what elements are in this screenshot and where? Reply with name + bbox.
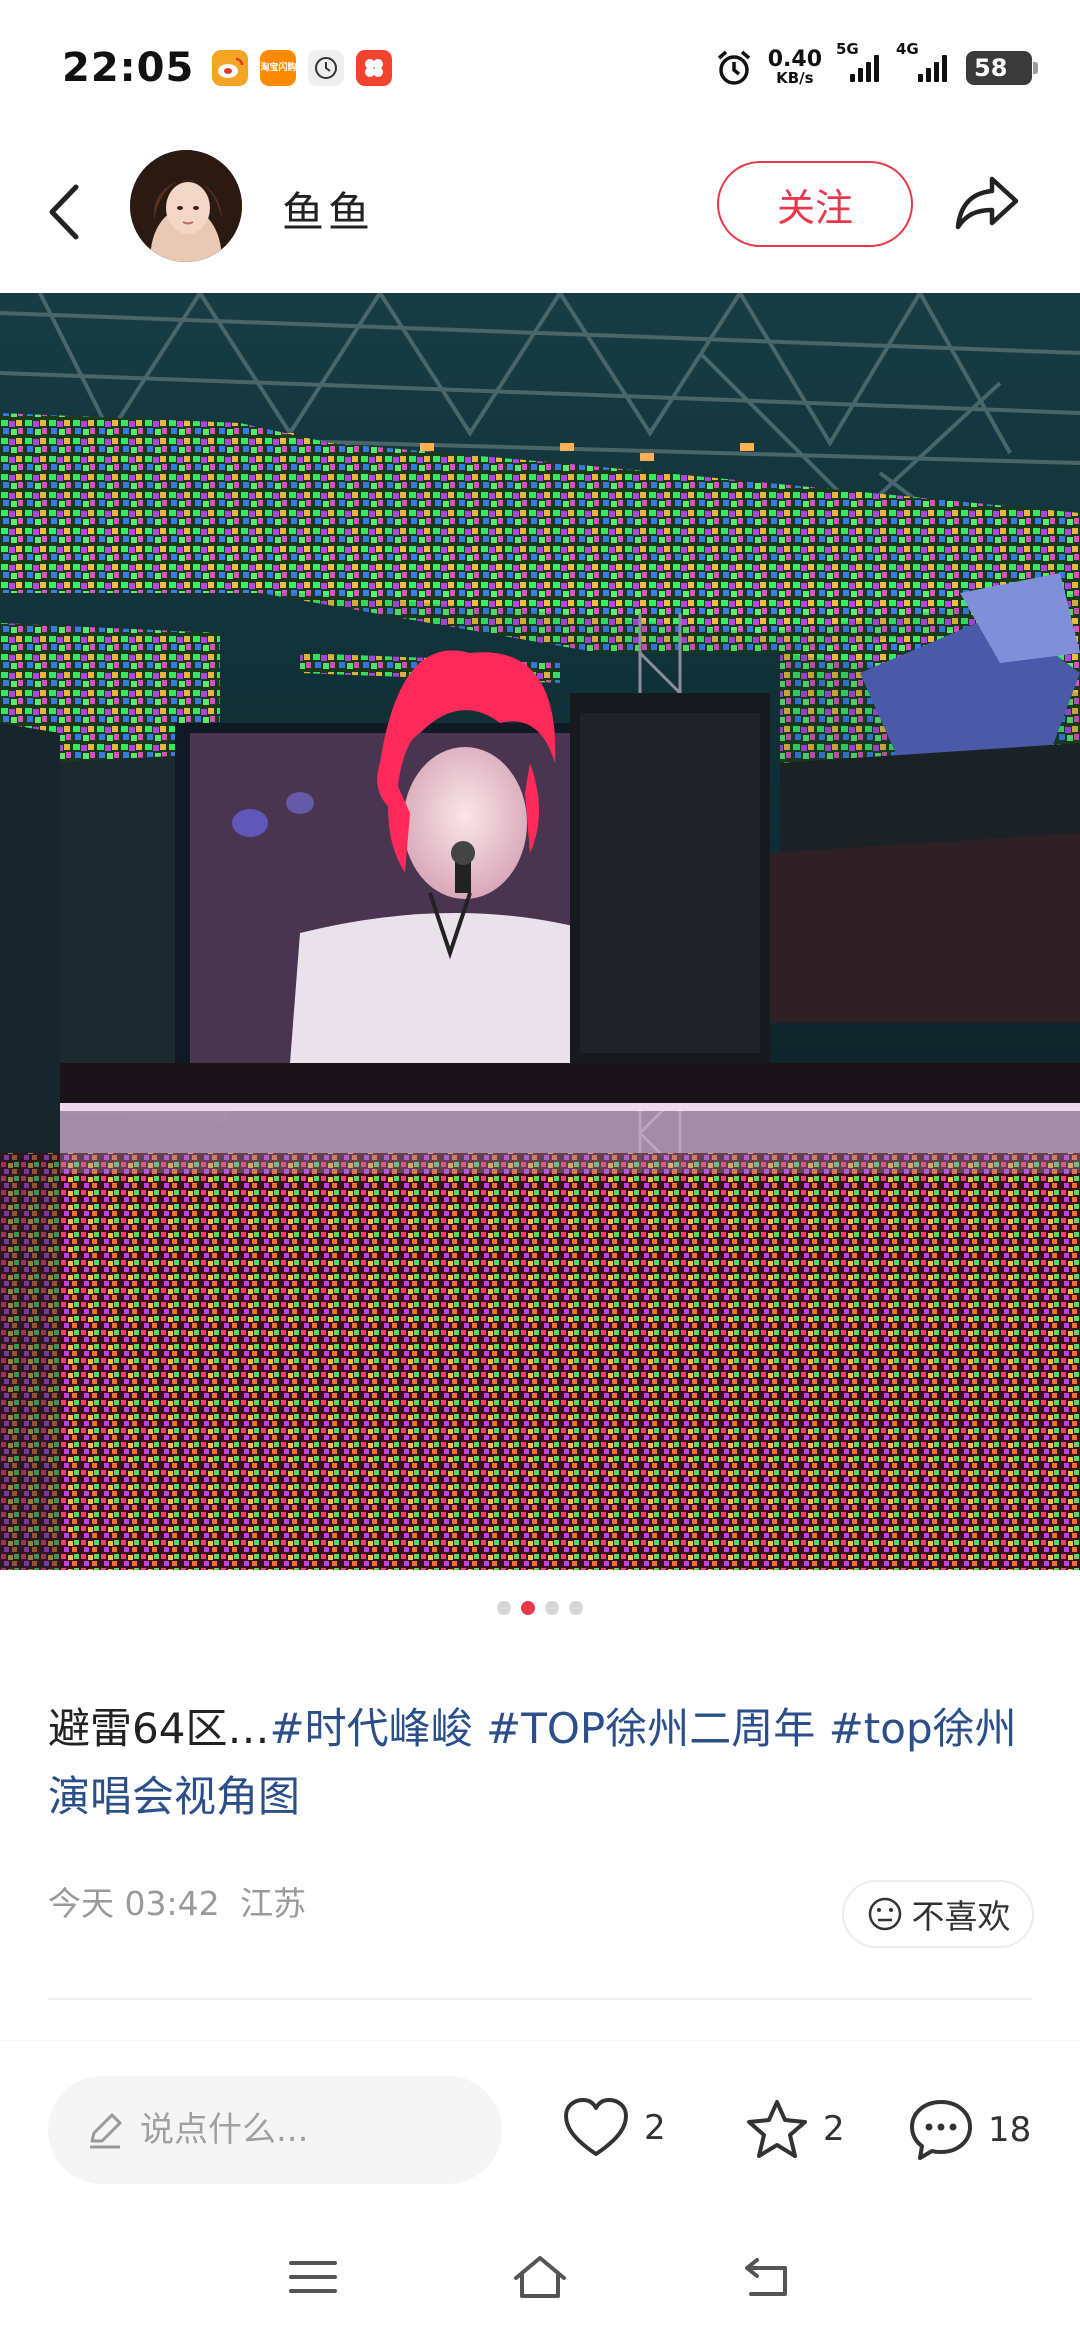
weibo-icon [212, 49, 249, 86]
comment-count: 18 [988, 2110, 1032, 2150]
carousel-indicator [0, 1601, 1080, 1615]
star-button[interactable]: 2 [745, 2098, 845, 2160]
post-location: 江苏 [240, 1884, 307, 1923]
carousel-dot [497, 1601, 511, 1615]
share-button[interactable] [952, 165, 1024, 237]
star-icon [747, 2100, 807, 2158]
chevron-left-icon [49, 184, 79, 240]
carousel-dot [545, 1601, 559, 1615]
home-icon [513, 2256, 566, 2298]
post-photo[interactable] [0, 293, 1080, 1570]
net-speed-unit: KB/s [776, 69, 814, 87]
status-time: 22:05 [62, 44, 195, 91]
sad-face-icon [868, 1897, 901, 1931]
hashtag-top-xuzhou[interactable]: #TOP徐州二周年 [486, 1704, 815, 1753]
menu-icon [289, 2261, 338, 2293]
status-indicators: 0.40 KB/s 5G 4G 58 [714, 40, 1038, 88]
status-app-icons: 淘宝闪购 [212, 49, 393, 86]
star-count: 2 [823, 2109, 845, 2149]
like-count: 2 [644, 2108, 666, 2148]
battery-level: 58 [974, 53, 1008, 82]
dislike-label: 不喜欢 [911, 1897, 1011, 1936]
avatar[interactable] [130, 150, 242, 262]
carousel-dot-active [521, 1601, 535, 1615]
alarm-icon [717, 50, 750, 85]
system-navigation-bar [0, 2210, 1080, 2344]
home-nav-button[interactable] [505, 2242, 575, 2312]
taobao-shop-icon: 淘宝闪购 [260, 49, 297, 86]
net-speed-value: 0.40 [767, 47, 822, 72]
dislike-button[interactable]: 不喜欢 [842, 1880, 1034, 1948]
share-arrow-icon [955, 176, 1019, 230]
signal-5g-label: 5G [836, 39, 859, 58]
back-button[interactable] [40, 177, 90, 247]
battery-icon: 58 [966, 50, 1038, 85]
signal-4g-label: 4G [896, 39, 919, 58]
username[interactable]: 鱼鱼 [282, 179, 374, 240]
signal-4g-icon: 4G [896, 40, 952, 82]
chat-bubble-icon [910, 2100, 972, 2160]
comment-button[interactable]: 18 [908, 2098, 1031, 2162]
back-nav-button[interactable] [732, 2242, 802, 2312]
like-button[interactable]: 2 [562, 2098, 666, 2158]
back-arrow-icon [744, 2258, 787, 2296]
hashtag-shidai[interactable]: #时代峰峻 [269, 1704, 472, 1753]
follow-button[interactable]: 关注 [717, 161, 913, 247]
divider [48, 1998, 1032, 2000]
post-caption: 避雷64区…#时代峰峻 #TOP徐州二周年 #top徐州演唱会视角图 [48, 1695, 1028, 1831]
signal-5g-icon: 5G [836, 40, 882, 82]
menu-nav-button[interactable] [278, 2242, 348, 2312]
comment-input-box[interactable] [48, 2076, 502, 2184]
carousel-dot [569, 1601, 583, 1615]
heart-icon [564, 2098, 628, 2156]
status-bar: 22:05 淘宝闪购 0.40 KB/s 5G 4G 58 [0, 0, 1080, 135]
post-meta: 今天 03:42 江苏 [48, 1877, 306, 1925]
post-time: 今天 03:42 [48, 1884, 220, 1923]
clock-icon [308, 49, 345, 86]
comment-input[interactable] [140, 2110, 480, 2150]
taobao-shop-label: 淘宝闪购 [260, 62, 297, 73]
post-header: 鱼鱼 关注 [0, 135, 1080, 293]
caption-text: 避雷64区… [48, 1704, 270, 1753]
net-speed: 0.40 KB/s [768, 49, 822, 86]
bottom-action-bar: 2 2 18 [0, 2040, 1080, 2210]
pencil-icon [90, 2113, 122, 2149]
app-red-icon [356, 49, 393, 86]
